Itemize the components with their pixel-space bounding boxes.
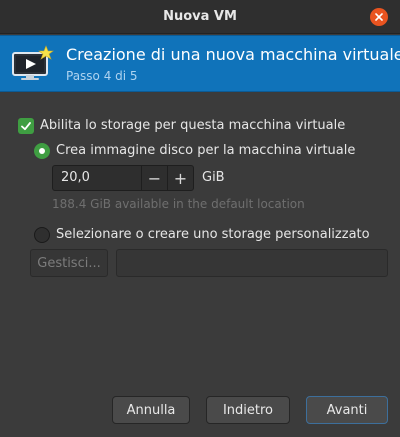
disk-size-stepper[interactable]: 20,0 − + xyxy=(52,165,194,191)
minus-icon: − xyxy=(147,168,162,188)
close-icon xyxy=(375,13,383,21)
decrease-button[interactable]: − xyxy=(141,166,167,190)
manage-button[interactable]: Gestisci... xyxy=(30,249,108,277)
increase-button[interactable]: + xyxy=(167,166,193,190)
cancel-button[interactable]: Annulla xyxy=(112,396,190,424)
disk-size-input[interactable]: 20,0 xyxy=(61,170,90,185)
available-space-text: 188.4 GiB available in the default locat… xyxy=(52,197,305,211)
create-disk-label[interactable]: Crea immagine disco per la macchina virt… xyxy=(56,143,355,158)
window-title: Nuova VM xyxy=(163,9,237,24)
wizard-header: Creazione di una nuova macchina virtuale… xyxy=(0,35,400,92)
forward-button[interactable]: Avanti xyxy=(306,396,388,424)
plus-icon: + xyxy=(173,168,188,188)
back-button[interactable]: Indietro xyxy=(206,396,290,424)
wizard-step: Passo 4 di 5 xyxy=(66,69,138,83)
custom-storage-path-input[interactable] xyxy=(116,249,388,277)
close-button[interactable] xyxy=(370,8,388,26)
enable-storage-checkbox[interactable] xyxy=(18,118,34,134)
disk-size-unit: GiB xyxy=(202,170,225,185)
wizard-title: Creazione di una nuova macchina virtuale xyxy=(66,45,400,64)
checkmark-icon xyxy=(21,122,31,131)
vm-monitor-icon xyxy=(12,45,54,80)
custom-storage-radio[interactable] xyxy=(34,227,50,243)
create-disk-radio[interactable] xyxy=(34,143,50,159)
enable-storage-label[interactable]: Abilita lo storage per questa macchina v… xyxy=(40,118,345,133)
custom-storage-label[interactable]: Selezionare o creare uno storage persona… xyxy=(56,227,370,242)
window-titlebar: Nuova VM xyxy=(0,0,400,34)
